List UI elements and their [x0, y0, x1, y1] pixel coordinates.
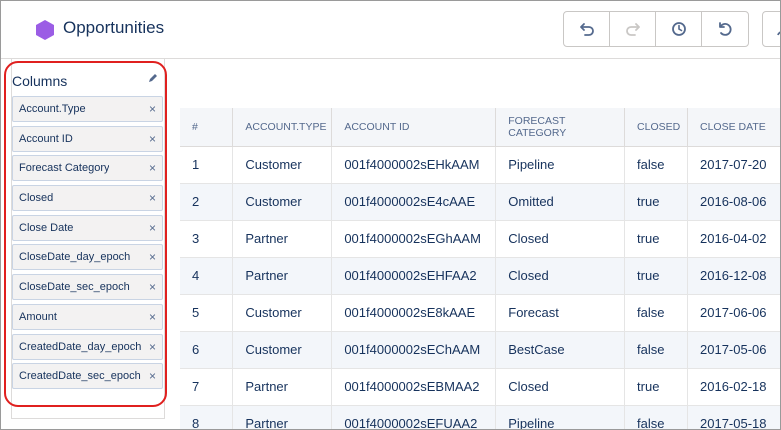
- reset-icon: [719, 22, 732, 36]
- table-cell: 2: [180, 183, 234, 221]
- table-cell: 001f4000002sE8kAAE: [331, 294, 497, 332]
- opportunities-hexagon-icon: [36, 20, 54, 40]
- table-cell: Closed: [495, 368, 626, 406]
- table-cell: 1: [180, 146, 234, 184]
- table-cell: 001f4000002sEBMAA2: [331, 368, 497, 406]
- table-cell: 001f4000002sEHFAA2: [331, 257, 497, 295]
- table-cell: Pipeline: [495, 146, 626, 184]
- table-cell: false: [624, 146, 688, 184]
- table-cell: Partner: [232, 220, 333, 258]
- table-cell: 2016-04-02: [687, 220, 780, 258]
- more-actions-button[interactable]: [762, 11, 780, 47]
- history-button[interactable]: [656, 12, 702, 46]
- data-grid: # ACCOUNT.TYPE ACCOUNT ID FORECAST CATEG…: [180, 108, 780, 429]
- annotation-highlight-outline: [4, 61, 167, 407]
- table-cell: Customer: [232, 183, 333, 221]
- table-cell: Partner: [232, 405, 333, 429]
- app-window: Opportunities Columns Account.Type × Acc…: [0, 0, 781, 430]
- table-row: 1 Customer 001f4000002sEHkAAM Pipeline f…: [180, 146, 780, 184]
- history-icon: [671, 22, 686, 36]
- table-cell: 2017-05-06: [687, 331, 780, 369]
- table-cell: Customer: [232, 331, 333, 369]
- table-cell: 001f4000002sEFUAA2: [331, 405, 497, 429]
- table-row: 8 Partner 001f4000002sEFUAA2 Pipeline fa…: [180, 405, 780, 429]
- table-cell: 2016-12-08: [687, 257, 780, 295]
- column-header[interactable]: CLOSE DATE: [687, 108, 780, 147]
- table-cell: 5: [180, 294, 234, 332]
- results-table: # ACCOUNT.TYPE ACCOUNT ID FORECAST CATEG…: [180, 108, 780, 429]
- table-cell: Omitted: [495, 183, 626, 221]
- table-cell: true: [624, 257, 688, 295]
- table-cell: BestCase: [495, 331, 626, 369]
- table-cell: 8: [180, 405, 234, 429]
- column-header[interactable]: CLOSED: [624, 108, 688, 147]
- table-cell: Closed: [495, 220, 626, 258]
- table-cell: Pipeline: [495, 405, 626, 429]
- table-cell: 2017-07-20: [687, 146, 780, 184]
- undo-button[interactable]: [564, 12, 610, 46]
- table-cell: true: [624, 220, 688, 258]
- table-cell: 7: [180, 368, 234, 406]
- redo-button[interactable]: [610, 12, 656, 46]
- table-cell: 2017-05-18: [687, 405, 780, 429]
- page-header: Opportunities: [1, 1, 780, 59]
- table-cell: Customer: [232, 146, 333, 184]
- column-header[interactable]: ACCOUNT.TYPE: [232, 108, 333, 147]
- table-cell: 001f4000002sE4cAAE: [331, 183, 497, 221]
- table-cell: Forecast: [495, 294, 626, 332]
- table-row: 2 Customer 001f4000002sE4cAAE Omitted tr…: [180, 183, 780, 221]
- reset-button[interactable]: [702, 12, 748, 46]
- table-cell: Closed: [495, 257, 626, 295]
- table-cell: 2016-08-06: [687, 183, 780, 221]
- table-cell: 001f4000002sEHkAAM: [331, 146, 497, 184]
- table-cell: 2017-06-06: [687, 294, 780, 332]
- redo-icon: [625, 23, 640, 36]
- undo-icon: [579, 23, 594, 36]
- table-cell: false: [624, 294, 688, 332]
- table-cell: Partner: [232, 368, 333, 406]
- table-cell: 3: [180, 220, 234, 258]
- table-cell: Customer: [232, 294, 333, 332]
- table-cell: false: [624, 331, 688, 369]
- table-cell: 4: [180, 257, 234, 295]
- table-cell: true: [624, 368, 688, 406]
- table-cell: true: [624, 183, 688, 221]
- user-icon: [777, 31, 780, 36]
- table-header-row: # ACCOUNT.TYPE ACCOUNT ID FORECAST CATEG…: [180, 108, 780, 147]
- edit-toolbar: [563, 11, 749, 47]
- table-row: 7 Partner 001f4000002sEBMAA2 Closed true…: [180, 368, 780, 406]
- table-cell: 001f4000002sEChAAM: [331, 331, 497, 369]
- table-row: 5 Customer 001f4000002sE8kAAE Forecast f…: [180, 294, 780, 332]
- column-header[interactable]: FORECAST CATEGORY: [495, 108, 626, 147]
- column-header[interactable]: #: [180, 108, 234, 147]
- table-cell: 2016-02-18: [687, 368, 780, 406]
- table-cell: false: [624, 405, 688, 429]
- table-cell: Partner: [232, 257, 333, 295]
- table-cell: 001f4000002sEGhAAM: [331, 220, 497, 258]
- table-row: 6 Customer 001f4000002sEChAAM BestCase f…: [180, 331, 780, 369]
- page-title: Opportunities: [63, 18, 165, 37]
- table-cell: 6: [180, 331, 234, 369]
- column-header[interactable]: ACCOUNT ID: [331, 108, 497, 147]
- table-row: 3 Partner 001f4000002sEGhAAM Closed true…: [180, 220, 780, 258]
- table-row: 4 Partner 001f4000002sEHFAA2 Closed true…: [180, 257, 780, 295]
